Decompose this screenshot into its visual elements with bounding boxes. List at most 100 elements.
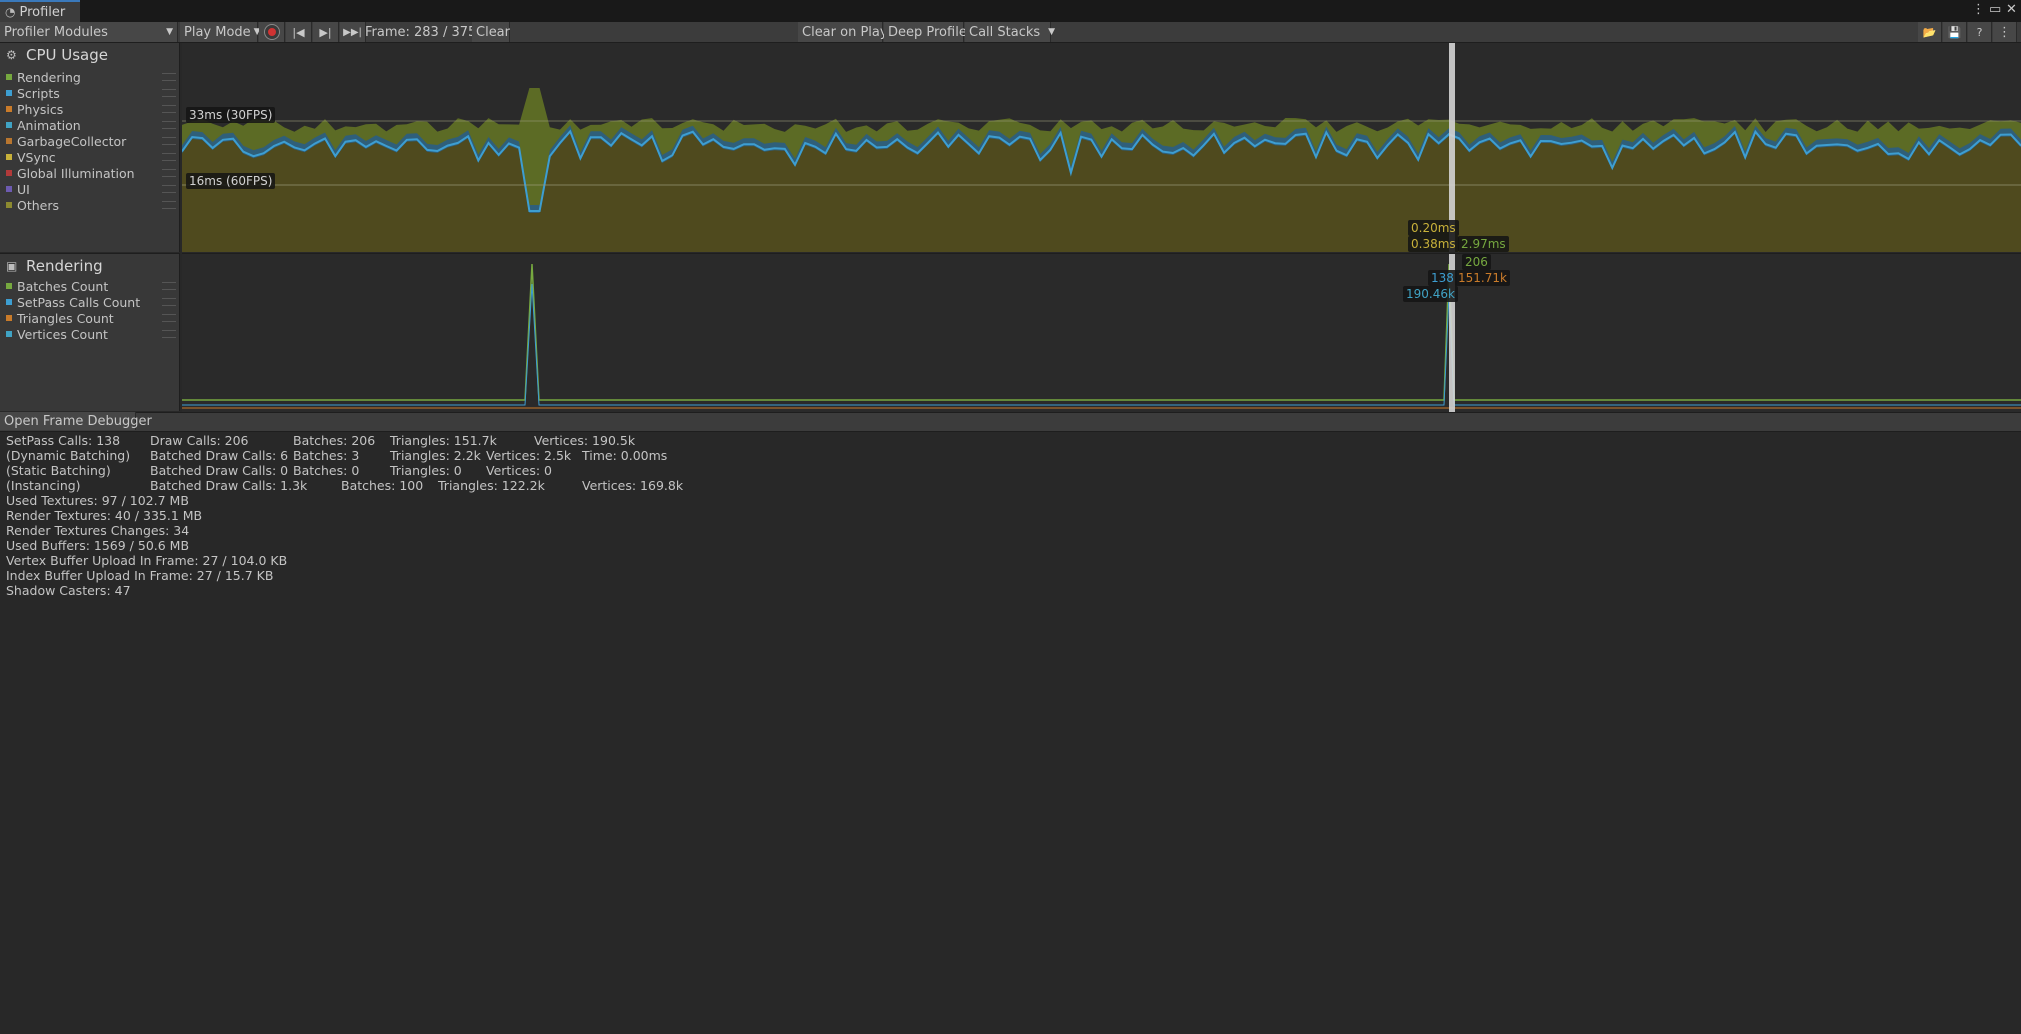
help-button[interactable]: ?: [1968, 22, 1992, 42]
stat-cell: Triangles: 2.2k: [390, 448, 481, 463]
legend-item[interactable]: UI: [6, 181, 176, 197]
rendering-icon: ▣: [6, 259, 18, 273]
legend-swatch-icon: [6, 154, 12, 160]
drag-handle-icon[interactable]: [162, 121, 176, 129]
stat-cell: Vertices: 169.8k: [582, 478, 684, 493]
legend-item[interactable]: Batches Count: [6, 278, 176, 294]
call-stacks-dropdown[interactable]: Call Stacks ▼: [965, 22, 1055, 42]
rendering-graph[interactable]: 206 138 151.71k 190.46k: [182, 253, 2021, 412]
selection-tooltip-vsync: 0.38ms: [1408, 236, 1459, 252]
help-icon: ?: [1976, 25, 1983, 39]
drag-handle-icon[interactable]: [162, 298, 176, 306]
play-mode-dropdown[interactable]: Play Mode ▼: [180, 22, 261, 42]
legend-label: Triangles Count: [17, 310, 114, 326]
deep-profile-toggle[interactable]: Deep Profile: [884, 22, 967, 42]
cpu-usage-chart[interactable]: [181, 43, 2021, 252]
more-options-icon[interactable]: ⋮: [1972, 2, 1985, 17]
record-button[interactable]: [259, 22, 285, 42]
legend-label: Rendering: [17, 69, 81, 85]
selection-tooltip-vertices: 190.46k: [1403, 286, 1458, 302]
legend-item[interactable]: SetPass Calls Count: [6, 294, 176, 310]
drag-handle-icon[interactable]: [162, 185, 176, 193]
drag-handle-icon[interactable]: [162, 73, 176, 81]
stat-line: Used Buffers: 1569 / 50.6 MB: [6, 538, 190, 553]
maximize-icon[interactable]: ▭: [1989, 2, 2001, 17]
record-icon: [263, 24, 280, 40]
cpu-usage-module-title[interactable]: ⚙ CPU Usage: [6, 46, 108, 64]
save-button[interactable]: 💾: [1943, 22, 1967, 42]
clear-label: Clear: [476, 24, 510, 40]
drag-handle-icon[interactable]: [162, 201, 176, 209]
stat-cell: Batches: 100: [341, 478, 424, 493]
stat-cell: Vertices: 0: [486, 463, 552, 478]
legend-item[interactable]: Vertices Count: [6, 326, 176, 342]
profiler-modules-dropdown[interactable]: Profiler Modules ▼: [0, 22, 178, 42]
rendering-module-title[interactable]: ▣ Rendering: [6, 257, 103, 275]
legend-item[interactable]: Rendering: [6, 69, 176, 85]
profiler-modules-label: Profiler Modules: [4, 24, 108, 40]
legend-item[interactable]: VSync: [6, 149, 176, 165]
stat-cell: Batched Draw Calls: 6: [150, 448, 289, 463]
stat-cell: Triangles: 122.2k: [438, 478, 545, 493]
profiler-icon: ◔: [5, 5, 16, 19]
stat-line: Render Textures Changes: 34: [6, 523, 190, 538]
cpu-icon: ⚙: [6, 48, 17, 62]
next-frame-button[interactable]: ▶|: [313, 22, 339, 42]
open-frame-debugger-label: Open Frame Debugger: [4, 413, 152, 429]
cpu-usage-module-sidebar[interactable]: ⚙ CPU Usage Rendering Scripts Physics Anima…: [0, 43, 180, 252]
legend-item[interactable]: Others: [6, 197, 176, 213]
play-mode-label: Play Mode: [184, 24, 251, 40]
window-titlebar: ◔ Profiler ⋮ ▭ ✕: [0, 0, 2021, 22]
drag-handle-icon[interactable]: [162, 105, 176, 113]
rendering-chart[interactable]: [182, 254, 2021, 412]
legend-swatch-icon: [6, 106, 12, 112]
first-frame-button[interactable]: |◀: [286, 22, 312, 42]
deep-profile-label: Deep Profile: [888, 24, 967, 40]
batches-line: [182, 263, 2021, 401]
legend-label: SetPass Calls Count: [17, 294, 141, 310]
drag-handle-icon[interactable]: [162, 282, 176, 290]
load-button[interactable]: 📂: [1918, 22, 1942, 42]
stat-line: Used Textures: 97 / 102.7 MB: [6, 493, 189, 508]
legend-label: Others: [17, 197, 60, 213]
legend-swatch-icon: [6, 90, 12, 96]
drag-handle-icon[interactable]: [162, 314, 176, 322]
stat-cell: SetPass Calls: 138: [6, 433, 121, 448]
stat-cell: Batches: 3: [293, 448, 360, 463]
drag-handle-icon[interactable]: [162, 89, 176, 97]
cpu-usage-graph[interactable]: 33ms (30FPS) 16ms (60FPS) 0.20ms 0.38ms …: [181, 43, 2021, 252]
options-button[interactable]: ⋮: [1993, 22, 2017, 42]
legend-swatch-icon: [6, 331, 12, 337]
profiler-tab[interactable]: ◔ Profiler: [0, 0, 80, 22]
drag-handle-icon[interactable]: [162, 330, 176, 338]
legend-swatch-icon: [6, 74, 12, 80]
legend-label: Global Illumination: [17, 165, 135, 181]
open-frame-debugger-button[interactable]: Open Frame Debugger: [0, 412, 152, 430]
legend-label: UI: [17, 181, 30, 197]
legend-item[interactable]: Scripts: [6, 85, 176, 101]
drag-handle-icon[interactable]: [162, 137, 176, 145]
frame-counter-text: Frame: 283 / 375: [365, 24, 477, 40]
clear-on-play-toggle[interactable]: Clear on Play: [798, 22, 888, 42]
legend-item[interactable]: Global Illumination: [6, 165, 176, 181]
legend-item[interactable]: GarbageCollector: [6, 133, 176, 149]
legend-label: Physics: [17, 101, 64, 117]
selection-tooltip-triangles: 151.71k: [1455, 270, 1510, 286]
stat-cell: Batches: 206: [293, 433, 376, 448]
legend-item[interactable]: Animation: [6, 117, 176, 133]
stat-cell: Triangles: 151.7k: [390, 433, 497, 448]
legend-item[interactable]: Triangles Count: [6, 310, 176, 326]
close-icon[interactable]: ✕: [2006, 2, 2017, 17]
legend-swatch-icon: [6, 170, 12, 176]
clear-button[interactable]: Clear: [472, 22, 510, 42]
rendering-module-sidebar[interactable]: ▣ Rendering Batches Count SetPass Calls C…: [0, 253, 180, 411]
drag-handle-icon[interactable]: [162, 169, 176, 177]
call-stacks-label: Call Stacks: [969, 24, 1041, 40]
clear-on-play-label: Clear on Play: [802, 24, 888, 40]
selection-tooltip-batches: 206: [1462, 254, 1491, 270]
legend-item[interactable]: Physics: [6, 101, 176, 117]
legend-swatch-icon: [6, 186, 12, 192]
drag-handle-icon[interactable]: [162, 153, 176, 161]
stat-cell: Vertices: 190.5k: [534, 433, 636, 448]
stat-line: Vertex Buffer Upload In Frame: 27 / 104.…: [6, 553, 288, 568]
